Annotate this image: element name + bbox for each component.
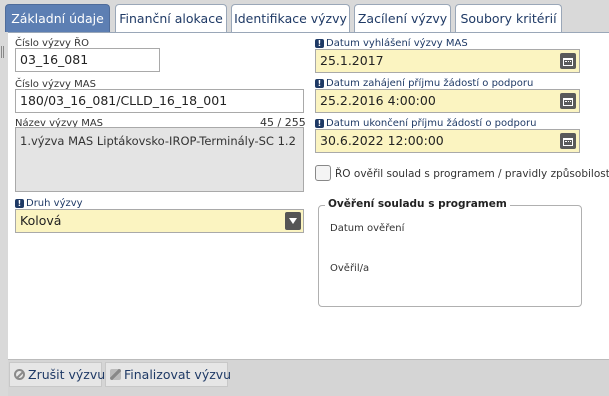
datum-zahajeni-field[interactable]: 25.2.2016 4:00:00 <box>315 89 580 113</box>
tab-zakladni-udaje[interactable]: Základní údaje <box>5 4 110 32</box>
tab-identifikace-vyzvy[interactable]: Identifikace výzvy <box>231 4 350 32</box>
tab-financni-alokace[interactable]: Finanční alokace <box>115 4 227 32</box>
panel-splitter[interactable] <box>1 46 5 58</box>
nazev-mas-textarea[interactable]: 1.výzva MAS Liptákovsko-IROP-Terminály-S… <box>15 127 304 192</box>
datum-vyhlaseni-field[interactable]: 25.1.2017 <box>315 49 580 73</box>
datum-vyhlaseni-label: ! Datum vyhlášení výzvy MAS <box>315 38 468 49</box>
calendar-icon[interactable] <box>560 93 576 109</box>
finalizovat-vyzvu-button[interactable]: Finalizovat výzvu <box>105 362 232 387</box>
datum-vyhlaseni-label-text: Datum vyhlášení výzvy MAS <box>326 38 468 49</box>
overil-label: Ověřil/a <box>330 263 370 274</box>
overeni-souladu-title: Ověření souladu s programem <box>325 198 510 210</box>
required-icon: ! <box>315 79 324 88</box>
required-icon: ! <box>315 39 324 48</box>
footer-toolbar: Zrušit výzvu Finalizovat výzvu <box>8 359 609 396</box>
ro-overil-checkbox[interactable] <box>315 165 331 181</box>
druh-label: ! Druh výzvy <box>15 198 83 209</box>
datum-vyhlaseni-value: 25.1.2017 <box>320 53 384 68</box>
tab-zacileni-vyzvy[interactable]: Zacílení výzvy <box>354 4 451 32</box>
overeni-souladu-group: Ověření souladu s programem Datum ověřen… <box>318 198 582 307</box>
datum-ukonceni-label: ! Datum ukončení příjmu žádostí o podporu <box>315 118 536 129</box>
datum-ukonceni-label-text: Datum ukončení příjmu žádostí o podporu <box>326 118 537 129</box>
datum-zahajeni-value: 25.2.2016 4:00:00 <box>320 93 436 108</box>
finalize-icon <box>110 369 121 380</box>
druh-label-text: Druh výzvy <box>26 198 83 209</box>
ro-overil-label: ŘO ověřil soulad s programem / pravidly … <box>335 168 609 180</box>
cislo-mas-field[interactable]: 180/03_16_081/CLLD_16_18_001 <box>15 89 304 113</box>
datum-ukonceni-field[interactable]: 30.6.2022 12:00:00 <box>315 129 580 153</box>
tab-soubory-kriterii[interactable]: Soubory kritérií <box>455 4 562 32</box>
cislo-ro-field[interactable]: 03_16_081 <box>15 48 160 72</box>
calendar-icon[interactable] <box>560 53 576 69</box>
finalizovat-vyzvu-label: Finalizovat výzvu <box>124 367 232 382</box>
druh-select[interactable]: Kolová <box>15 209 304 233</box>
cancel-icon <box>14 369 25 380</box>
calendar-icon[interactable] <box>560 133 576 149</box>
druh-value: Kolová <box>20 213 62 228</box>
datum-zahajeni-label: ! Datum zahájení příjmu žádostí o podporu <box>315 78 533 89</box>
datum-ukonceni-value: 30.6.2022 12:00:00 <box>320 133 444 148</box>
required-icon: ! <box>15 199 24 208</box>
required-icon: ! <box>315 119 324 128</box>
datum-overeni-label: Datum ověření <box>330 223 405 234</box>
datum-zahajeni-label-text: Datum zahájení příjmu žádostí o podporu <box>326 78 534 89</box>
zrusit-vyzvu-label: Zrušit výzvu <box>28 367 106 382</box>
chevron-down-icon[interactable] <box>285 212 301 230</box>
zrusit-vyzvu-button[interactable]: Zrušit výzvu <box>9 362 106 387</box>
